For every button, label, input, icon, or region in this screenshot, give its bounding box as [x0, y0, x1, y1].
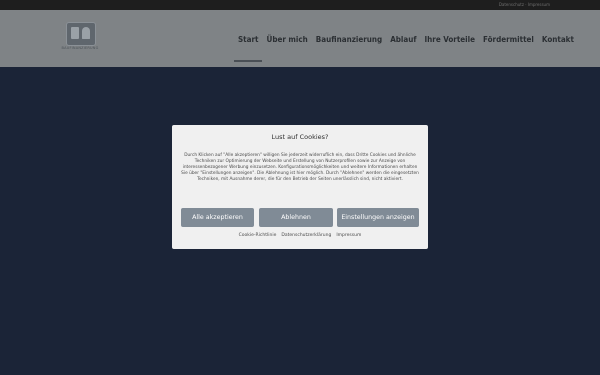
privacy-policy-link[interactable]: Datenschutzerklärung	[281, 233, 331, 238]
nav-item-kontakt[interactable]: Kontakt	[542, 35, 574, 49]
top-utility-bar: Datenschutz · Impressum	[0, 0, 600, 10]
dialog-body-text: Durch Klicken auf "Alle akzeptieren" wil…	[181, 153, 419, 183]
cookie-policy-link[interactable]: Cookie-Richtlinie	[239, 233, 277, 238]
dialog-title: Lust auf Cookies?	[271, 133, 329, 141]
logo-text: BAUFINANZIERUNG	[61, 46, 99, 50]
cookie-consent-dialog: Lust auf Cookies? Durch Klicken auf "All…	[172, 125, 428, 249]
nav-item-ablauf[interactable]: Ablauf	[390, 35, 416, 49]
nav-item-ueber-mich[interactable]: Über mich	[266, 35, 307, 49]
show-settings-button[interactable]: Einstellungen anzeigen	[337, 208, 419, 227]
imprint-link[interactable]: Impressum	[336, 233, 361, 238]
main-navigation: Start Über mich Baufinanzierung Ablauf I…	[233, 35, 582, 62]
nav-item-ihre-vorteile[interactable]: Ihre Vorteile	[424, 35, 475, 49]
accept-all-button[interactable]: Alle akzeptieren	[181, 208, 254, 227]
decline-button[interactable]: Ablehnen	[259, 208, 333, 227]
dialog-links: Cookie-Richtlinie Datenschutzerklärung I…	[172, 233, 428, 238]
nav-item-start[interactable]: Start	[233, 35, 263, 62]
nav-item-baufinanzierung[interactable]: Baufinanzierung	[316, 35, 382, 49]
utility-text[interactable]: Datenschutz · Impressum	[499, 1, 550, 9]
nav-item-foerdermittel[interactable]: Fördermittel	[483, 35, 534, 49]
logo-mark-icon	[66, 22, 96, 46]
site-logo[interactable]: BAUFINANZIERUNG	[59, 22, 101, 54]
